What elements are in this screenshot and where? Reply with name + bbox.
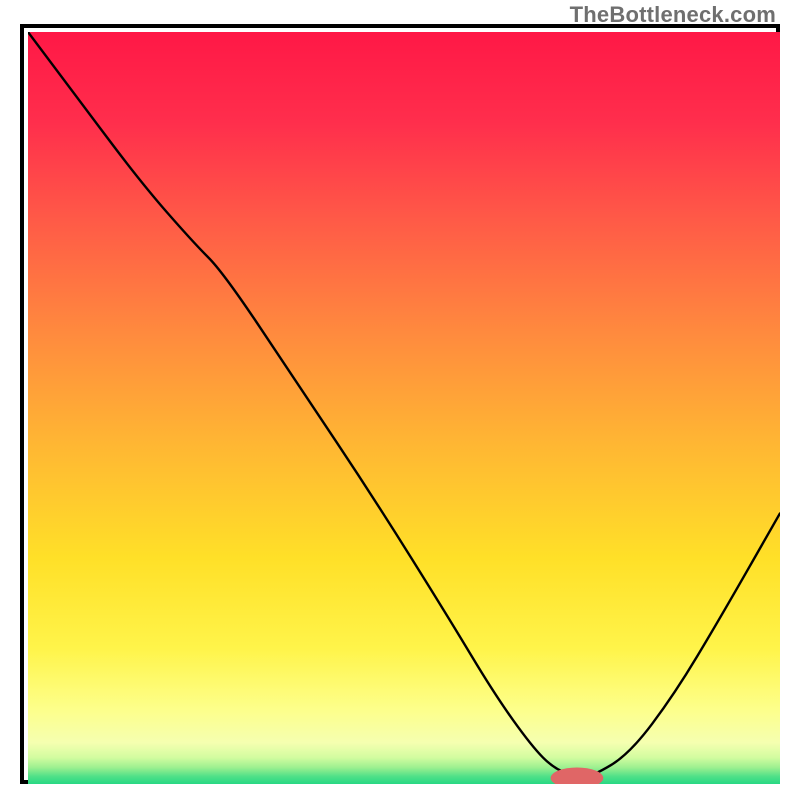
gradient-background <box>28 32 780 784</box>
chart-frame <box>20 24 780 784</box>
chart-svg <box>28 32 780 784</box>
chart-plot-area <box>28 32 780 784</box>
